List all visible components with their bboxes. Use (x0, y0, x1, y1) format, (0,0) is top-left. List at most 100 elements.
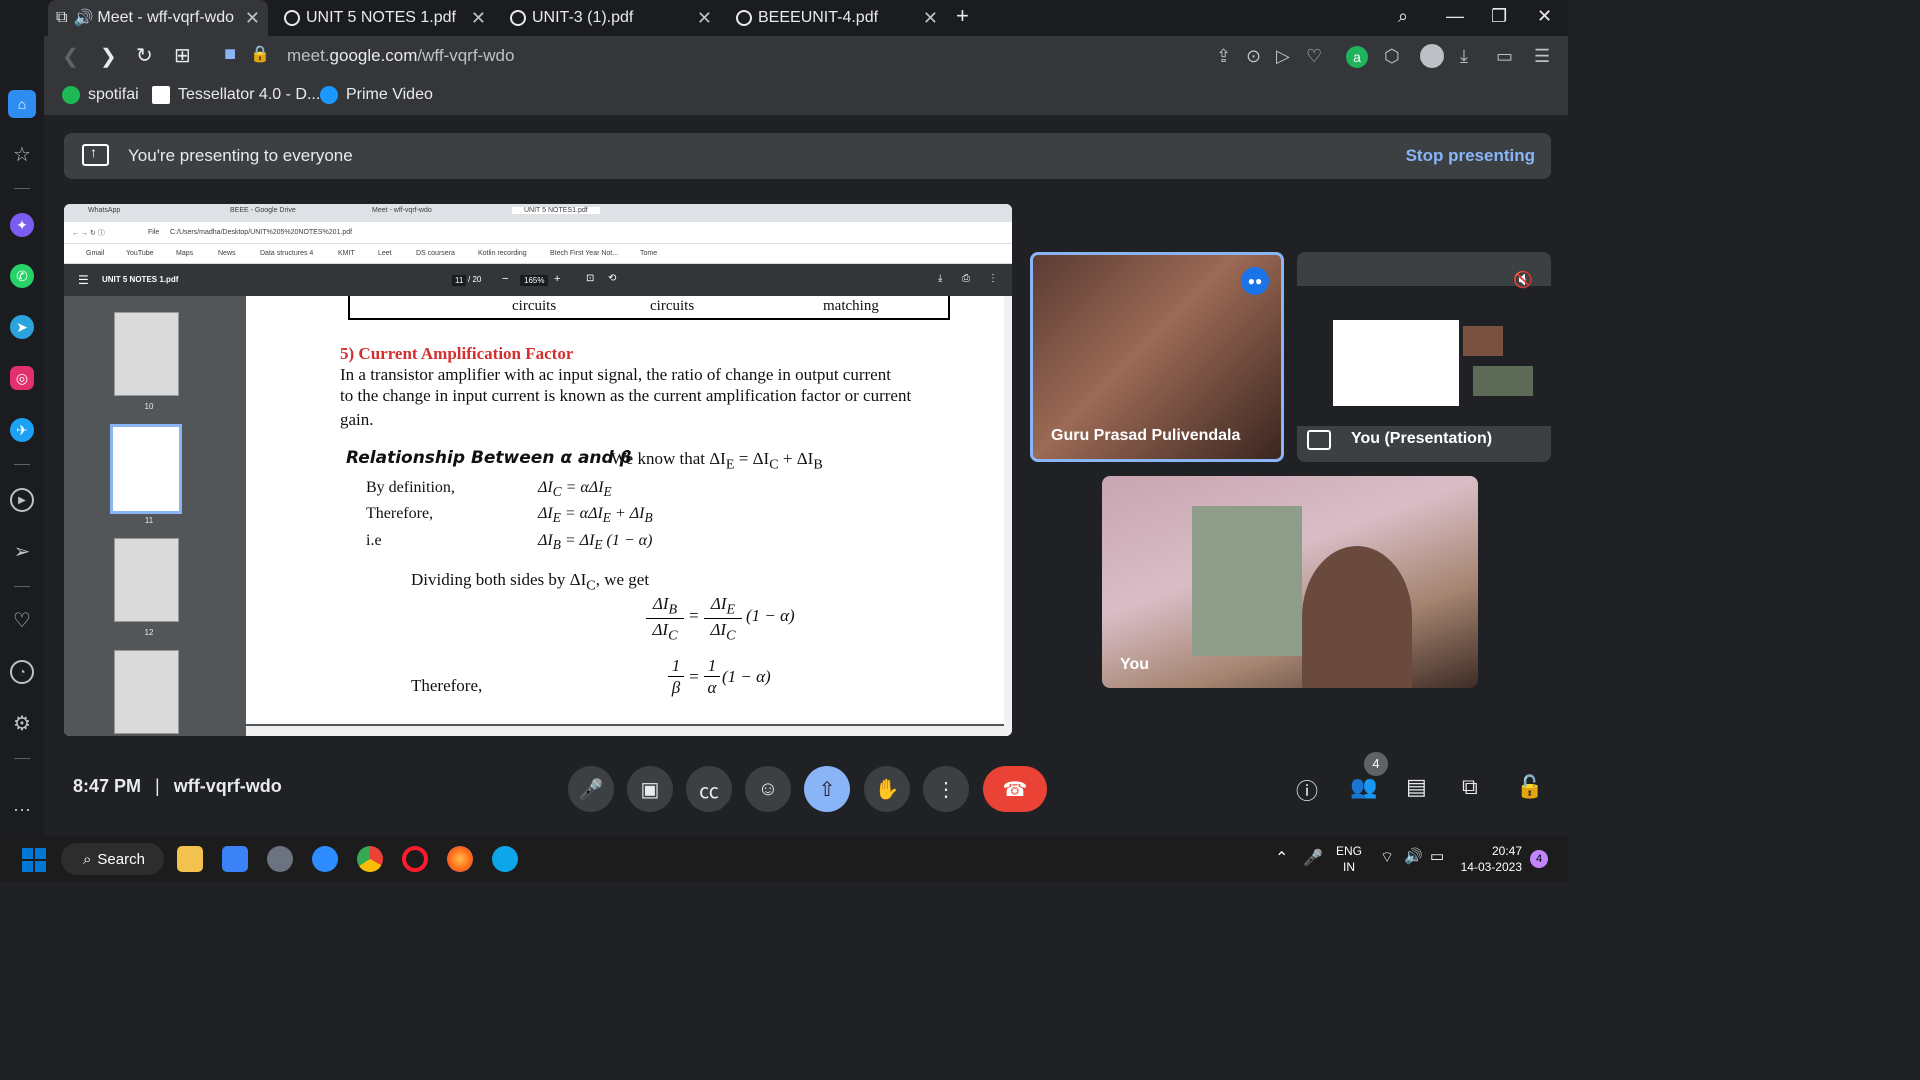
clock: 8:47 PM (73, 776, 142, 796)
close-icon[interactable]: ✕ (697, 8, 712, 29)
tab-unit3[interactable]: UNIT-3 (1).pdf ✕ (502, 0, 720, 36)
tab-unit5[interactable]: UNIT 5 NOTES 1.pdf ✕ (276, 0, 494, 36)
tab-meet[interactable]: ⧉ 🔊 Meet - wff-vqrf-wdo ✕ (48, 0, 268, 36)
store-icon[interactable] (222, 846, 248, 872)
chevron-up-icon[interactable]: ⌃ (1275, 848, 1288, 868)
present-button[interactable]: ⇧ (804, 766, 850, 812)
bookmark-tessellator[interactable]: Tessellator 4.0 - D... (152, 86, 320, 104)
volume-icon[interactable]: 🔊 (1404, 847, 1423, 865)
taskbar-search[interactable]: ⌕ Search (61, 843, 164, 875)
battery-tray-icon[interactable]: ▭ (1430, 847, 1444, 865)
bookmark-prime-video[interactable]: Prime Video (320, 86, 433, 104)
player-icon[interactable]: ▶ (10, 488, 34, 512)
download-icon[interactable]: ⤓ (938, 273, 942, 284)
zoom-icon[interactable] (312, 846, 338, 872)
wifi-icon[interactable]: ⌔ (1380, 848, 1394, 867)
page-thumbnail[interactable] (114, 650, 179, 734)
restore-icon[interactable]: ❐ (1491, 6, 1507, 27)
new-tab-icon[interactable]: + (956, 3, 969, 29)
participant-tile-you[interactable]: You (1102, 476, 1478, 688)
bookmark-spotifai[interactable]: spotifai (62, 86, 139, 104)
captions-button[interactable]: ㏄ (686, 766, 732, 812)
battery-icon[interactable]: ▭ (1496, 46, 1513, 67)
system-clock[interactable]: 20:47 14-03-2023 (1456, 843, 1522, 875)
twitter-icon[interactable]: ✈ (10, 418, 34, 442)
whatsapp-icon[interactable]: ✆ (10, 264, 34, 288)
participant-tile-guru[interactable]: ●● Guru Prasad Pulivendala (1030, 252, 1284, 462)
heart-icon[interactable]: ♡ (10, 608, 34, 632)
messenger-icon[interactable]: ✦ (10, 213, 34, 237)
close-icon[interactable]: ✕ (471, 8, 486, 29)
host-controls-icon[interactable]: 🔓 (1516, 774, 1543, 800)
send-icon[interactable]: ➢ (10, 539, 34, 563)
notification-badge[interactable]: 4 (1530, 850, 1548, 868)
app-icon[interactable] (492, 846, 518, 872)
info-icon[interactable]: ⓘ (1296, 774, 1318, 806)
page-thumbnail-selected[interactable] (110, 424, 182, 514)
telegram-icon[interactable]: ➤ (10, 315, 34, 339)
close-icon[interactable]: ✕ (923, 8, 938, 29)
firefox-icon[interactable] (447, 846, 473, 872)
more-icon[interactable]: ⋮ (988, 273, 998, 284)
mic-button[interactable]: 🎤 (568, 766, 614, 812)
share-icon[interactable]: ⇪ (1216, 46, 1231, 67)
tiles-icon[interactable]: ⊞ (174, 43, 191, 68)
language-indicator[interactable]: ENG IN (1336, 843, 1362, 875)
profile-icon[interactable] (1420, 44, 1444, 68)
history-icon[interactable]: ◔ (10, 660, 34, 684)
file-explorer-icon[interactable] (177, 846, 203, 872)
participant-tile-presentation[interactable]: 🔇 You (Presentation) (1297, 252, 1551, 462)
rotate-icon[interactable]: ⟲ (608, 273, 616, 284)
extension-a-icon[interactable]: a (1346, 46, 1368, 68)
close-window-icon[interactable]: ✕ (1537, 6, 1552, 27)
mic-tray-icon[interactable]: 🎤 (1303, 848, 1323, 868)
instagram-icon[interactable]: ◎ (10, 366, 34, 390)
chat-icon[interactable]: ▤ (1406, 774, 1427, 800)
page-thumbnail[interactable] (114, 538, 179, 622)
horizontal-scrollbar[interactable] (246, 726, 1008, 736)
more-options-button[interactable]: ⋮ (923, 766, 969, 812)
star-icon[interactable]: ☆ (10, 142, 34, 166)
app-icon[interactable] (267, 846, 293, 872)
end-call-button[interactable]: ☎ (983, 766, 1047, 812)
easy-setup-icon[interactable]: ☰ (1534, 46, 1550, 67)
close-icon[interactable]: ✕ (245, 8, 260, 29)
back-icon[interactable]: ❮ (62, 44, 79, 69)
zoom-out-icon[interactable]: − (502, 273, 508, 285)
chrome-icon[interactable] (357, 846, 383, 872)
raise-hand-button[interactable]: ✋ (864, 766, 910, 812)
relationship-equation: We know that ΔIE = ΔIC + ΔIB (611, 449, 823, 473)
fit-page-icon[interactable]: ⊡ (586, 273, 594, 284)
play-icon[interactable]: ▷ (1276, 46, 1290, 67)
home-icon[interactable]: ⌂ (8, 90, 36, 118)
more-icon[interactable]: ⋯ (10, 798, 34, 822)
settings-icon[interactable]: ⚙ (10, 711, 34, 735)
camera-icon[interactable]: ■ (224, 43, 236, 66)
page-thumbnail[interactable] (114, 312, 179, 396)
windows-start-icon[interactable] (22, 848, 46, 872)
forward-icon[interactable]: ❯ (100, 44, 117, 69)
tab-beeeunit4[interactable]: BEEEUNIT-4.pdf ✕ (728, 0, 946, 36)
cube-icon[interactable]: ⬡ (1384, 46, 1400, 67)
people-icon[interactable]: 👥 (1350, 774, 1377, 800)
heart-icon[interactable]: ♡ (1306, 46, 1322, 67)
zoom-in-icon[interactable]: + (554, 273, 560, 285)
minimize-icon[interactable]: — (1446, 6, 1464, 27)
page-current[interactable]: 11 (452, 275, 467, 286)
zoom-level[interactable]: 165% (520, 275, 549, 286)
url-field[interactable]: meet.google.com/wff-vqrf-wdo (287, 46, 514, 66)
snapshot-icon[interactable]: ⊙ (1246, 46, 1261, 67)
stop-presenting-button[interactable]: Stop presenting (1406, 146, 1535, 166)
search-icon[interactable]: ⌕ (1398, 6, 1408, 27)
opera-icon[interactable] (402, 846, 428, 872)
menu-icon[interactable]: ☰ (78, 273, 89, 287)
reload-icon[interactable]: ↻ (136, 43, 153, 68)
divider (14, 464, 30, 465)
download-icon[interactable]: ⤓ (1460, 46, 1468, 67)
camera-button[interactable]: ▣ (627, 766, 673, 812)
print-icon[interactable]: ⎙ (962, 273, 970, 284)
vertical-scrollbar[interactable] (1004, 296, 1012, 736)
activities-icon[interactable]: ⧉ (1462, 774, 1478, 800)
emoji-button[interactable]: ☺ (745, 766, 791, 812)
video-object (1192, 506, 1302, 656)
